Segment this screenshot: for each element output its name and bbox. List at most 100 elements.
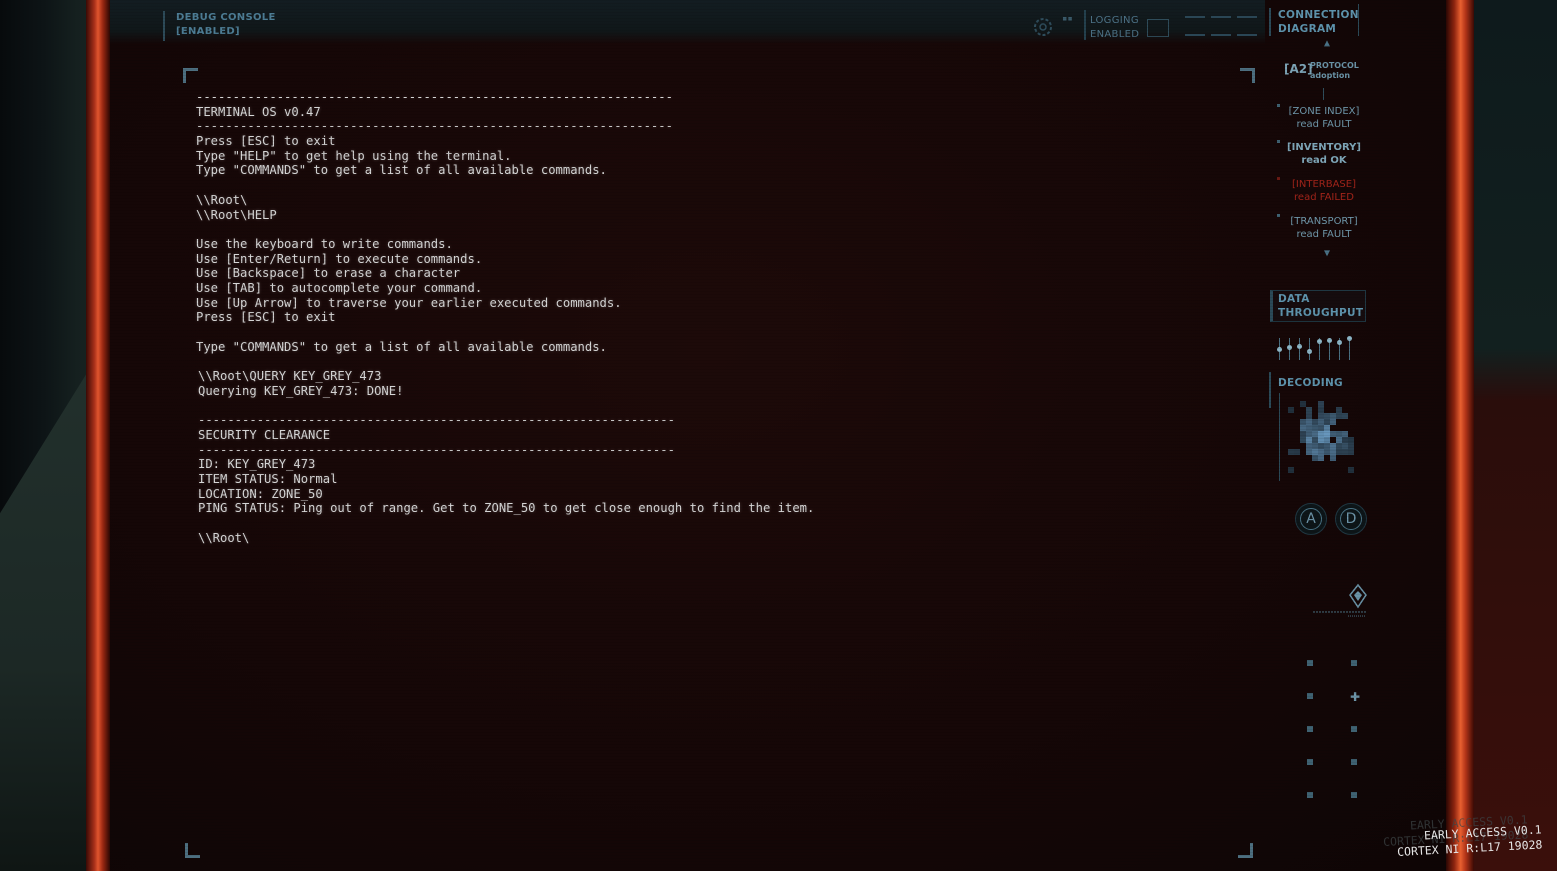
corner-bracket-top-left — [183, 68, 198, 83]
eq-knob — [1277, 347, 1282, 352]
noise-pixel — [1348, 467, 1354, 473]
monitor-bezel-left — [86, 0, 110, 871]
terminal-line: Press [ESC] to exit — [196, 310, 336, 325]
decoding-noise-image — [1288, 401, 1354, 473]
plus-icon: ✚ — [1350, 690, 1361, 704]
noise-pixel — [1312, 431, 1318, 437]
status-bar — [1185, 16, 1205, 18]
noise-pixel — [1342, 431, 1348, 437]
terminal-line: \\Root\QUERY KEY_GREY_473 — [198, 369, 382, 384]
connection-item-status: read FAULT — [1296, 119, 1352, 130]
terminal-line: \\Root\ — [196, 192, 248, 207]
noise-pixel — [1324, 413, 1330, 419]
connection-item-name: [INVENTORY] — [1287, 142, 1361, 153]
throughput-line2: THROUGHPUT — [1278, 307, 1364, 319]
terminal-line: ITEM STATUS: Normal — [198, 471, 338, 486]
noise-pixel — [1306, 443, 1312, 449]
noise-pixel — [1306, 407, 1312, 413]
eq-knob — [1347, 336, 1352, 341]
status-bar — [1237, 16, 1257, 18]
terminal-line: Type "COMMANDS" to get a list of all ava… — [196, 163, 607, 178]
noise-pixel — [1336, 431, 1342, 437]
terminal-line: LOCATION: ZONE_50 — [198, 486, 323, 501]
noise-pixel — [1324, 419, 1330, 425]
noise-pixel — [1336, 437, 1342, 443]
wall-wedge — [0, 360, 95, 871]
noise-pixel — [1318, 449, 1324, 455]
noise-pixel — [1330, 413, 1336, 419]
connection-item-transport[interactable]: [TRANSPORT] read FAULT — [1277, 214, 1369, 241]
terminal-line: PING STATUS: Ping out of range. Get to Z… — [198, 501, 815, 516]
indicator-dot — [1351, 660, 1357, 666]
connection-item-name: [ZONE INDEX] — [1288, 106, 1360, 117]
noise-pixel — [1306, 419, 1312, 425]
noise-pixel — [1318, 401, 1324, 407]
noise-pixel — [1312, 437, 1318, 443]
logging-state: ENABLED — [1090, 29, 1140, 40]
noise-pixel — [1318, 419, 1324, 425]
noise-pixel — [1300, 437, 1306, 443]
indicator-dot — [1307, 693, 1313, 699]
noise-pixel — [1330, 443, 1336, 449]
indicator-dot — [1351, 792, 1357, 798]
button-d[interactable]: D — [1335, 503, 1367, 535]
eq-knob — [1327, 338, 1332, 343]
noise-pixel — [1294, 449, 1300, 455]
terminal-line: Press [ESC] to exit — [196, 134, 336, 149]
noise-pixel — [1342, 449, 1348, 455]
connection-item-status: read OK — [1301, 155, 1347, 166]
button-a[interactable]: A — [1295, 503, 1327, 535]
chevron-up-icon[interactable]: ▲ — [1324, 38, 1330, 49]
indicator-dot — [1307, 759, 1313, 765]
connection-title-line1: CONNECTION — [1278, 9, 1359, 21]
monitor-bezel-right — [1446, 0, 1474, 871]
noise-pixel — [1312, 449, 1318, 455]
logging-status: LOGGING ENABLED — [1084, 10, 1140, 42]
a2-protocol-line2: adoption — [1310, 71, 1351, 80]
noise-pixel — [1300, 425, 1306, 431]
indicator-dot — [1307, 726, 1313, 732]
eq-knob — [1317, 339, 1322, 344]
eq-knob — [1337, 340, 1342, 345]
terminal-line: Querying KEY_GREY_473: DONE! — [198, 383, 404, 398]
right-status-panel: CONNECTION DIAGRAM ▲ [A2] PROTOCOL adopt… — [1265, 0, 1367, 871]
connection-item-zone-index[interactable]: [ZONE INDEX] read FAULT — [1277, 104, 1369, 131]
data-throughput-title: DATA THROUGHPUT — [1278, 292, 1363, 320]
noise-pixel — [1318, 425, 1324, 431]
noise-pixel — [1306, 437, 1312, 443]
connection-item-inventory[interactable]: [INVENTORY] read OK — [1277, 140, 1369, 167]
terminal-separator: ----------------------------------------… — [196, 90, 673, 104]
terminal-line: \\Root\ — [198, 530, 250, 545]
noise-pixel — [1288, 407, 1294, 413]
noise-pixel — [1330, 449, 1336, 455]
connection-item-interbase[interactable]: [INTERBASE] read FAILED — [1277, 177, 1369, 204]
noise-pixel — [1318, 431, 1324, 437]
noise-pixel — [1342, 413, 1348, 419]
chevron-down-icon[interactable]: ▼ — [1324, 248, 1330, 259]
eq-knob — [1297, 344, 1302, 349]
button-d-label: D — [1345, 511, 1357, 527]
noise-pixel — [1300, 419, 1306, 425]
noise-pixel — [1336, 407, 1342, 413]
terminal-output[interactable]: ----------------------------------------… — [196, 90, 916, 545]
item-tick — [1277, 104, 1280, 107]
status-bar — [1185, 34, 1205, 36]
noise-pixel — [1342, 437, 1348, 443]
noise-pixel — [1336, 413, 1342, 419]
noise-pixel — [1330, 419, 1336, 425]
noise-pixel — [1348, 443, 1354, 449]
throughput-line1: DATA — [1278, 293, 1310, 305]
noise-pixel — [1306, 425, 1312, 431]
terminal-line: TERMINAL OS v0.47 — [196, 104, 321, 119]
terminal-line: Type "COMMANDS" to get a list of all ava… — [196, 339, 607, 354]
folder-icon — [1147, 19, 1169, 37]
noise-pixel — [1288, 467, 1294, 473]
panel-divider — [1269, 372, 1271, 408]
eq-knob — [1287, 345, 1292, 350]
noise-pixel — [1336, 449, 1342, 455]
item-tick — [1277, 177, 1280, 180]
terminal-screen: DEBUG CONSOLE [ENABLED] ▪▪ LOGGING ENABL… — [110, 0, 1446, 871]
logging-tick — [1084, 10, 1086, 40]
